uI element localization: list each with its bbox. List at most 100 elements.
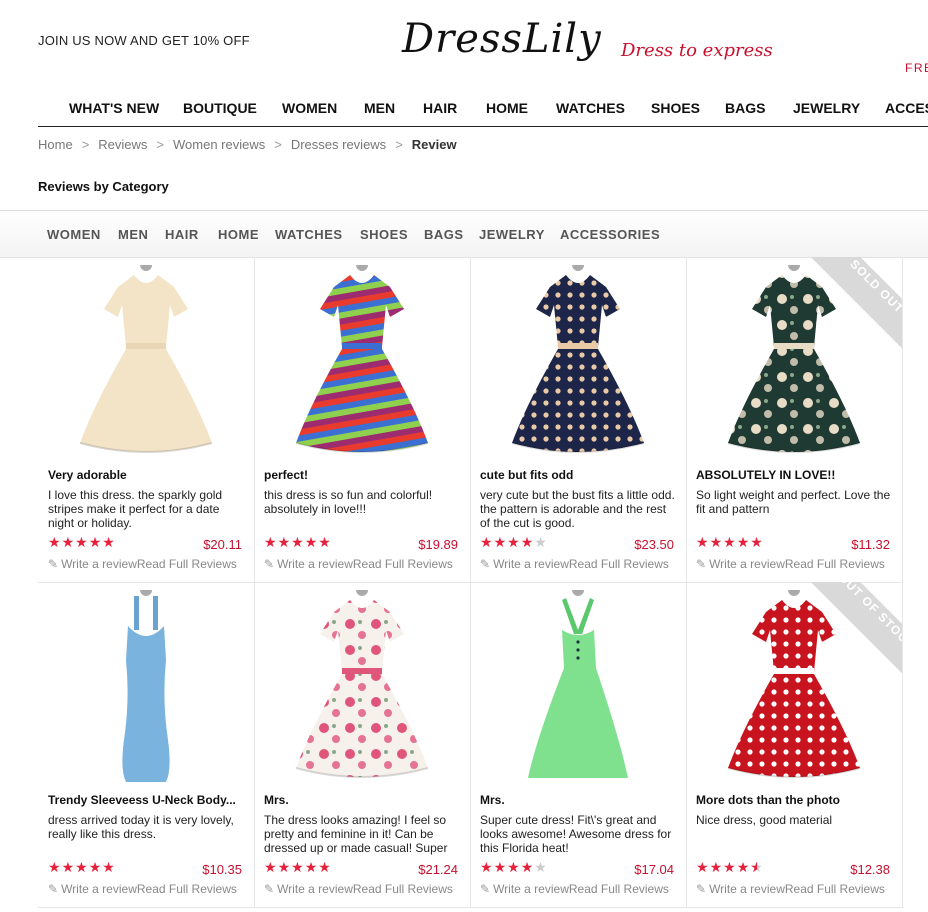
category-tab-watches[interactable]: WATCHES — [275, 227, 343, 242]
breadcrumb-home[interactable]: Home — [38, 137, 73, 152]
free-shipping-banner[interactable]: FRE — [905, 61, 928, 75]
review-actions: ✎ Write a reviewRead Full Reviews — [264, 882, 453, 896]
top-header: JOIN US NOW AND GET 10% OFF DressLily Dr… — [0, 0, 928, 90]
write-review-link[interactable]: Write a review — [277, 557, 353, 571]
review-card[interactable]: cute but fits odd very cute but the bust… — [470, 257, 687, 583]
breadcrumb-separator: > — [274, 137, 282, 152]
product-price[interactable]: $10.35 — [202, 862, 242, 877]
write-review-link[interactable]: Write a review — [709, 882, 785, 896]
category-tab-bags[interactable]: BAGS — [424, 227, 464, 242]
rating-stars: ★★★★★ — [48, 534, 116, 550]
review-title[interactable]: Trendy Sleeveess U-Neck Body... — [48, 793, 244, 807]
category-tabs: WOMEN MEN HAIR HOME WATCHES SHOES BAGS J… — [0, 210, 928, 258]
review-actions: ✎ Write a reviewRead Full Reviews — [696, 557, 885, 571]
pencil-icon: ✎ — [264, 557, 275, 571]
category-tab-men[interactable]: MEN — [118, 227, 148, 242]
read-full-reviews-link[interactable]: Read Full Reviews — [353, 557, 453, 571]
rating-stars: ★★★★★ — [696, 534, 764, 550]
read-full-reviews-link[interactable]: Read Full Reviews — [785, 882, 885, 896]
breadcrumb-separator: > — [395, 137, 403, 152]
read-full-reviews-link[interactable]: Read Full Reviews — [137, 557, 237, 571]
product-image[interactable] — [480, 259, 676, 461]
rating-stars: ★★★★★ — [264, 534, 332, 550]
product-price[interactable]: $17.04 — [634, 862, 674, 877]
nav-whats-new[interactable]: WHAT'S NEW — [69, 100, 159, 116]
write-review-link[interactable]: Write a review — [61, 557, 137, 571]
review-card[interactable]: SOLD OUT ABSOLUTELY IN LOVE!! So light w… — [686, 257, 903, 583]
review-actions: ✎ Write a reviewRead Full Reviews — [480, 882, 669, 896]
review-title[interactable]: Mrs. — [480, 793, 676, 807]
category-tab-accessories[interactable]: ACCESSORIES — [560, 227, 660, 242]
write-review-link[interactable]: Write a review — [493, 557, 569, 571]
breadcrumb-dresses-reviews[interactable]: Dresses reviews — [291, 137, 386, 152]
rating-stars: ★★★★★ — [48, 859, 116, 875]
write-review-link[interactable]: Write a review — [493, 882, 569, 896]
nav-men[interactable]: MEN — [364, 100, 395, 116]
nav-women[interactable]: WOMEN — [282, 100, 337, 116]
review-card[interactable]: perfect! this dress is so fun and colorf… — [254, 257, 471, 583]
write-review-link[interactable]: Write a review — [709, 557, 785, 571]
review-card[interactable]: OUT OF STOCK More dots than the photo Ni… — [686, 582, 903, 908]
product-image[interactable] — [48, 259, 244, 461]
review-card[interactable]: Trendy Sleeveess U-Neck Body... dress ar… — [38, 582, 255, 908]
rating-stars: ★★★★★★ — [696, 859, 764, 875]
breadcrumb-current: Review — [411, 137, 457, 152]
breadcrumb-separator: > — [156, 137, 164, 152]
pencil-icon: ✎ — [264, 882, 275, 896]
rating-stars: ★★★★★ — [480, 534, 548, 550]
nav-boutique[interactable]: BOUTIQUE — [183, 100, 257, 116]
review-title[interactable]: cute but fits odd — [480, 468, 676, 482]
nav-home[interactable]: HOME — [486, 100, 528, 116]
category-tab-jewelry[interactable]: JEWELRY — [479, 227, 545, 242]
review-title[interactable]: perfect! — [264, 468, 460, 482]
read-full-reviews-link[interactable]: Read Full Reviews — [785, 557, 885, 571]
promo-banner[interactable]: JOIN US NOW AND GET 10% OFF — [38, 33, 250, 48]
product-image[interactable] — [264, 259, 460, 461]
write-review-link[interactable]: Write a review — [277, 882, 353, 896]
category-tab-hair[interactable]: HAIR — [165, 227, 199, 242]
review-card[interactable]: Very adorable I love this dress. the spa… — [38, 257, 255, 583]
breadcrumb-reviews[interactable]: Reviews — [98, 137, 147, 152]
product-price[interactable]: $21.24 — [418, 862, 458, 877]
pencil-icon: ✎ — [696, 882, 707, 896]
category-tab-women[interactable]: WOMEN — [47, 227, 101, 242]
review-text: Nice dress, good material — [696, 813, 833, 827]
nav-bags[interactable]: BAGS — [725, 100, 765, 116]
product-price[interactable]: $23.50 — [634, 537, 674, 552]
product-price[interactable]: $12.38 — [850, 862, 890, 877]
product-image[interactable] — [48, 584, 244, 786]
product-image[interactable] — [264, 584, 460, 786]
pencil-icon: ✎ — [48, 882, 59, 896]
read-full-reviews-link[interactable]: Read Full Reviews — [569, 882, 669, 896]
review-card[interactable]: Mrs. The dress looks amazing! I feel so … — [254, 582, 471, 908]
breadcrumb-women-reviews[interactable]: Women reviews — [173, 137, 265, 152]
nav-accessories[interactable]: ACCES — [885, 100, 928, 116]
product-image[interactable] — [480, 584, 676, 786]
write-review-link[interactable]: Write a review — [61, 882, 137, 896]
review-text: The dress looks amazing! I feel so prett… — [264, 813, 448, 855]
review-card[interactable]: Mrs. Super cute dress! Fit\'s great and … — [470, 582, 687, 908]
review-title[interactable]: More dots than the photo — [696, 793, 892, 807]
product-price[interactable]: $20.11 — [203, 537, 242, 552]
nav-jewelry[interactable]: JEWELRY — [793, 100, 860, 116]
product-price[interactable]: $11.32 — [851, 537, 890, 552]
site-logo[interactable]: DressLily — [402, 16, 602, 62]
review-actions: ✎ Write a reviewRead Full Reviews — [48, 557, 237, 571]
review-title[interactable]: ABSOLUTELY IN LOVE!! — [696, 468, 892, 482]
nav-watches[interactable]: WATCHES — [556, 100, 625, 116]
review-actions: ✎ Write a reviewRead Full Reviews — [480, 557, 669, 571]
review-title[interactable]: Mrs. — [264, 793, 460, 807]
review-text: I love this dress. the sparkly gold stri… — [48, 488, 223, 530]
review-title[interactable]: Very adorable — [48, 468, 244, 482]
read-full-reviews-link[interactable]: Read Full Reviews — [569, 557, 669, 571]
read-full-reviews-link[interactable]: Read Full Reviews — [137, 882, 237, 896]
category-tab-shoes[interactable]: SHOES — [360, 227, 408, 242]
pencil-icon: ✎ — [480, 882, 491, 896]
read-full-reviews-link[interactable]: Read Full Reviews — [353, 882, 453, 896]
product-price[interactable]: $19.89 — [418, 537, 458, 552]
review-text: very cute but the bust fits a little odd… — [480, 488, 675, 530]
category-tab-home[interactable]: HOME — [218, 227, 259, 242]
review-actions: ✎ Write a reviewRead Full Reviews — [264, 557, 453, 571]
nav-shoes[interactable]: SHOES — [651, 100, 700, 116]
nav-hair[interactable]: HAIR — [423, 100, 457, 116]
